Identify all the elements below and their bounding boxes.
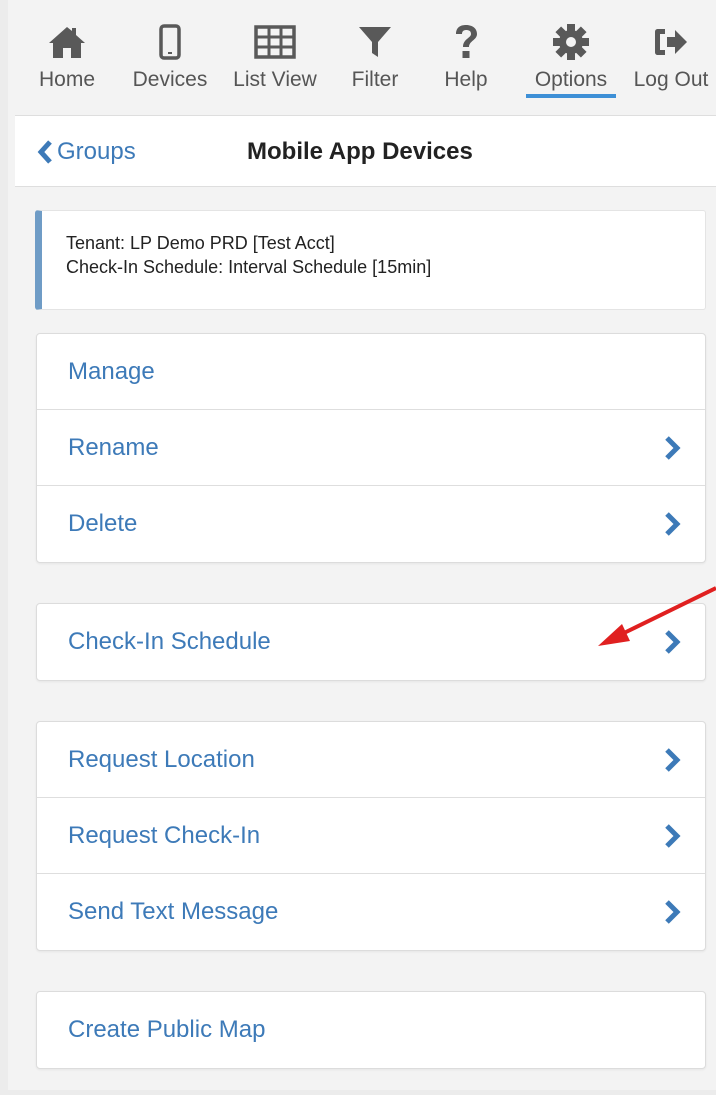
toolbar-home[interactable]: Home — [32, 18, 102, 108]
back-button-label: Groups — [57, 138, 136, 165]
page-title: Mobile App Devices — [247, 138, 473, 165]
chevron-right-icon — [665, 512, 681, 536]
top-toolbar: Home Devices List View Filter Help Optio… — [8, 0, 716, 113]
toolbar-devices-label: Devices — [132, 68, 208, 91]
home-icon — [32, 18, 102, 66]
chevron-left-icon — [37, 140, 52, 164]
chevron-right-icon — [665, 747, 681, 772]
rename-label: Rename — [68, 433, 159, 461]
phone-icon — [124, 18, 216, 66]
delete-label: Delete — [68, 510, 138, 537]
schedule-card: Check-In Schedule — [36, 603, 706, 681]
toolbar-options[interactable]: Options — [526, 18, 616, 108]
delete-row[interactable]: Delete — [37, 486, 705, 562]
page-header: Groups Mobile App Devices — [15, 115, 716, 187]
request-location-row[interactable]: Request Location — [37, 722, 705, 798]
group-info-card: Tenant: LP Demo PRD [Test Acct] Check-In… — [35, 210, 706, 310]
logout-icon — [626, 18, 716, 66]
chevron-right-icon — [665, 823, 681, 848]
manage-card: Manage Rename Delete — [36, 333, 706, 563]
public-map-card: Create Public Map — [36, 991, 706, 1069]
send-text-row[interactable]: Send Text Message — [37, 874, 705, 950]
request-location-label: Request Location — [68, 745, 255, 773]
toolbar-log-out[interactable]: Log Out — [626, 18, 716, 108]
toolbar-options-label: Options — [526, 66, 616, 98]
filter-icon — [340, 18, 410, 66]
gear-icon — [526, 18, 616, 66]
toolbar-list-view-label: List View — [233, 68, 317, 91]
toolbar-filter[interactable]: Filter — [340, 18, 410, 108]
table-icon — [222, 18, 328, 66]
tenant-text: Tenant: LP Demo PRD [Test Acct] — [66, 233, 335, 253]
toolbar-home-label: Home — [38, 68, 96, 91]
toolbar-help-label: Help — [444, 68, 488, 91]
chevron-right-icon — [665, 435, 681, 460]
create-public-map-row[interactable]: Create Public Map — [37, 992, 705, 1068]
rename-row[interactable]: Rename — [37, 410, 705, 486]
question-icon — [436, 18, 496, 66]
toolbar-help[interactable]: Help — [436, 18, 496, 108]
create-public-map-label: Create Public Map — [68, 1016, 266, 1043]
chevron-right-icon — [665, 630, 681, 654]
request-card: Request Location Request Check-In Send T… — [36, 721, 706, 951]
send-text-label: Send Text Message — [68, 898, 279, 925]
toolbar-devices[interactable]: Devices — [124, 18, 216, 108]
chevron-right-icon — [665, 900, 681, 924]
toolbar-log-out-label: Log Out — [633, 68, 709, 91]
schedule-text: Check-In Schedule: Interval Schedule [15… — [66, 257, 432, 277]
toolbar-list-view[interactable]: List View — [222, 18, 328, 108]
back-button[interactable]: Groups — [37, 116, 136, 188]
manage-label: Manage — [68, 357, 155, 385]
manage-row[interactable]: Manage — [37, 334, 705, 410]
checkin-schedule-label: Check-In Schedule — [68, 628, 271, 655]
request-checkin-label: Request Check-In — [68, 821, 261, 849]
toolbar-filter-label: Filter — [351, 68, 399, 91]
checkin-schedule-row[interactable]: Check-In Schedule — [37, 604, 705, 680]
request-checkin-row[interactable]: Request Check-In — [37, 798, 705, 874]
